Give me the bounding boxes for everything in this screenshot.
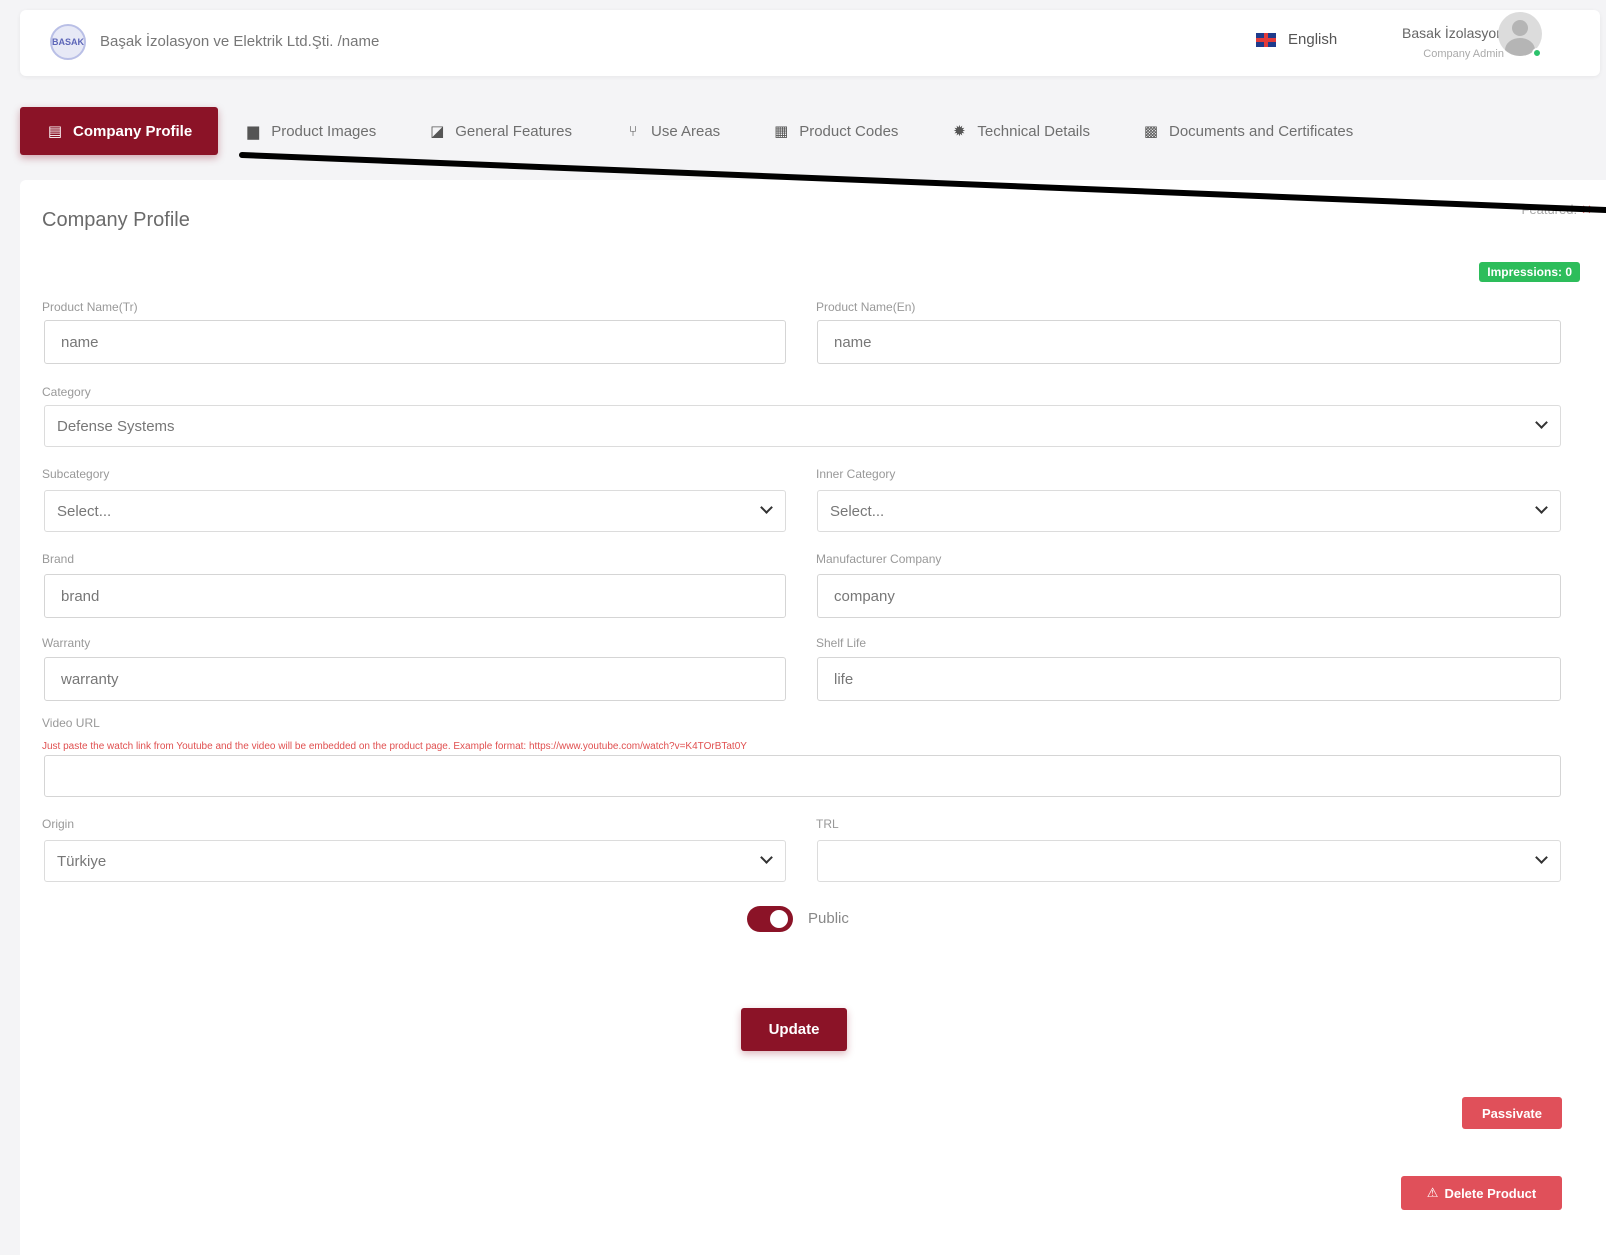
brand-label: Brand [42, 552, 75, 566]
language-selector[interactable]: English [1256, 31, 1337, 48]
tab-label: Technical Details [977, 122, 1090, 140]
tab-label: Use Areas [650, 122, 721, 140]
delete-product-button[interactable]: ⚠ Delete Product [1401, 1176, 1562, 1210]
chevron-down-icon [1535, 416, 1548, 429]
video-url-input[interactable] [44, 755, 1561, 797]
chevron-down-icon [760, 501, 773, 514]
manufacturer-input[interactable] [817, 574, 1561, 618]
uk-flag-icon [1256, 32, 1276, 47]
update-button[interactable]: Update [741, 1008, 847, 1051]
user-role: Company Admin [1423, 48, 1504, 60]
brand-input[interactable] [44, 574, 786, 618]
branch-icon: ⑂ [628, 122, 638, 140]
tab-label: Product Images [271, 122, 377, 140]
manufacturer-label: Manufacturer Company [816, 552, 942, 566]
tab-general-features[interactable]: ◪ General Features [402, 107, 598, 155]
shelf-life-input[interactable] [817, 657, 1561, 701]
product-name-en-label: Product Name(En) [816, 300, 916, 314]
chevron-down-icon [1535, 501, 1548, 514]
company-logo[interactable]: BASAK [50, 24, 86, 60]
origin-label: Origin [42, 817, 75, 831]
tab-use-areas[interactable]: ⑂ Use Areas [598, 107, 746, 155]
public-toggle[interactable] [747, 906, 793, 932]
tab-label: Product Codes [799, 122, 899, 140]
id-card-icon: ▤ [47, 123, 63, 140]
product-name-en-input[interactable] [817, 320, 1561, 364]
user-name[interactable]: Basak İzolasyon [1402, 25, 1504, 41]
top-header: BASAK Başak İzolasyon ve Elektrik Ltd.Şt… [20, 10, 1600, 76]
origin-value: Türkiye [57, 852, 107, 870]
subcategory-label: Subcategory [42, 467, 110, 481]
inner-category-label: Inner Category [816, 467, 896, 481]
image-icon: ▆ [247, 123, 259, 140]
delete-label: Delete Product [1444, 1185, 1537, 1201]
tab-label: General Features [455, 122, 572, 140]
gear-icon: ✹ [953, 123, 966, 140]
chevron-down-icon [760, 851, 773, 864]
tab-company-profile[interactable]: ▤ Company Profile [20, 107, 219, 155]
tab-product-codes[interactable]: ▦ Product Codes [746, 107, 924, 155]
tab-label: Company Profile [73, 122, 193, 140]
product-name-tr-label: Product Name(Tr) [42, 300, 138, 314]
breadcrumb: Başak İzolasyon ve Elektrik Ltd.Şti. /na… [100, 33, 380, 50]
public-label: Public [808, 910, 849, 927]
inner-category-value: Select... [830, 502, 885, 520]
warranty-label: Warranty [42, 636, 91, 650]
language-label: English [1288, 31, 1338, 48]
close-icon: ✕ [1581, 202, 1592, 217]
inner-category-select[interactable]: Select... [817, 490, 1561, 532]
tab-documents-certificates[interactable]: ▩ Documents and Certificates [1116, 107, 1379, 155]
impressions-badge: Impressions: 0 [1479, 262, 1580, 282]
toggle-knob [770, 910, 788, 928]
tab-technical-details[interactable]: ✹ Technical Details [924, 107, 1116, 155]
trl-select[interactable] [817, 840, 1561, 882]
product-name-tr-input[interactable] [44, 320, 786, 364]
subcategory-select[interactable]: Select... [44, 490, 786, 532]
category-select[interactable]: Defense Systems [44, 405, 1561, 447]
trl-label: TRL [816, 817, 839, 831]
featured-status: Featured: ✕ [1521, 202, 1592, 218]
subcategory-value: Select... [57, 502, 112, 520]
passivate-button[interactable]: Passivate [1462, 1097, 1562, 1129]
featured-label: Featured: [1521, 202, 1578, 217]
qr-code-icon: ▦ [774, 123, 789, 140]
certificate-icon: ▩ [1143, 123, 1159, 140]
category-label: Category [42, 385, 91, 399]
warranty-input[interactable] [44, 657, 786, 701]
tab-bar: ▤ Company Profile ▆ Product Images ◪ Gen… [20, 107, 1379, 155]
panel-icon: ◪ [430, 123, 445, 140]
page-title: Company Profile [42, 209, 190, 231]
tab-product-images[interactable]: ▆ Product Images [218, 107, 402, 155]
shelf-life-label: Shelf Life [816, 636, 867, 650]
video-url-hint: Just paste the watch link from Youtube a… [42, 741, 747, 752]
video-url-label: Video URL [42, 716, 100, 730]
online-status-dot [1532, 48, 1542, 58]
category-value: Defense Systems [57, 417, 175, 435]
origin-select[interactable]: Türkiye [44, 840, 786, 882]
warning-icon: ⚠ [1426, 1185, 1439, 1200]
chevron-down-icon [1535, 851, 1548, 864]
tab-label: Documents and Certificates [1168, 122, 1354, 140]
product-form-card: Company Profile Featured: ✕ Impressions: … [20, 180, 1606, 1255]
